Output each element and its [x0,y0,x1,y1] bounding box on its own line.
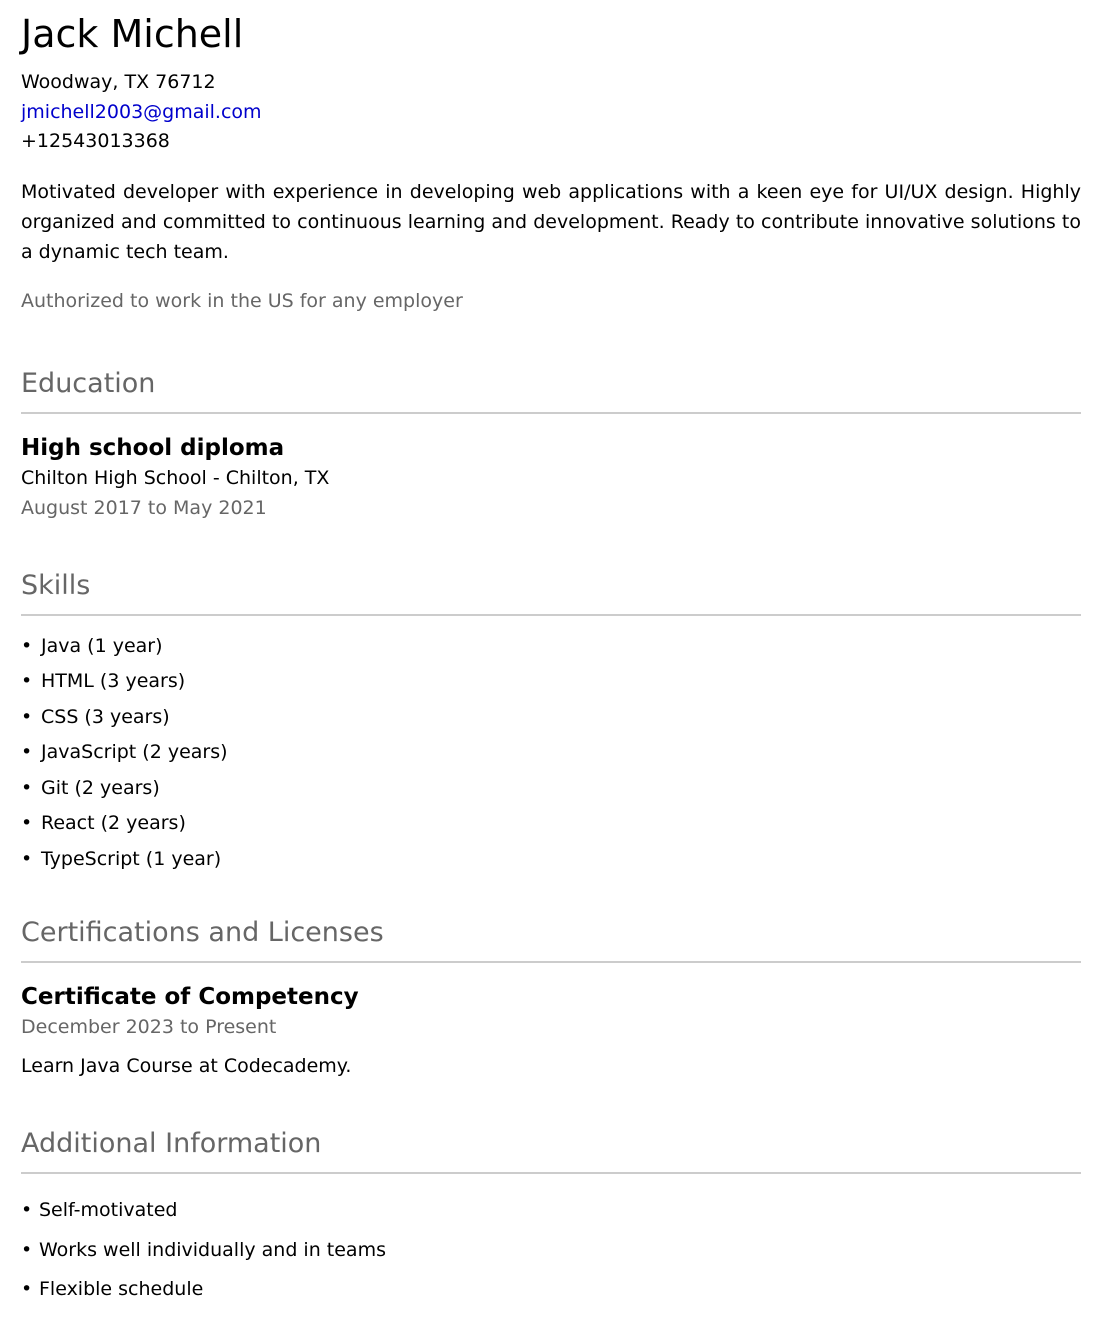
summary: Motivated developer with experience in d… [21,180,1081,263]
education-section: Education High school diploma Chilton Hi… [21,366,1081,523]
contact-block: Woodway, TX 76712 jmichell2003@gmail.com… [21,68,1081,157]
bullet-icon: • [21,812,33,834]
work-authorization: Authorized to work in the US for any emp… [21,289,463,312]
education-heading: Education [21,366,1081,414]
bullet-icon: • [21,1278,33,1300]
bullet-icon: • [21,776,33,799]
list-item: • JavaScript (2 years) [21,735,1081,771]
list-item: • HTML (3 years) [21,664,1081,700]
list-item: • Flexible schedule [21,1270,1081,1310]
bullet-icon: • [21,1199,33,1221]
certificate-description: Learn Java Course at Codecademy. [21,1055,352,1077]
list-item: • React (2 years) [21,806,1081,842]
bullet-icon: • [21,705,33,728]
additional-info-list: • Self-motivated • Works well individually… [21,1191,1081,1310]
email-link[interactable]: jmichell2003@gmail.com [21,98,1081,128]
list-item: • CSS (3 years) [21,700,1081,736]
certificate-name: Certificate of Competency [21,984,359,1010]
certificate-dates: December 2023 to Present [21,1016,277,1038]
location: Woodway, TX 76712 [21,71,216,93]
certifications-section: Certifications and Licenses Certificate … [21,915,1081,1081]
bullet-icon: • [21,741,33,763]
skills-section: Skills • Java (1 year) • HTML (3 years) • C… [21,568,1081,878]
skills-list: • Java (1 year) • HTML (3 years) • CSS (3 y… [21,629,1081,878]
candidate-name: Jack Michell [21,12,244,56]
list-item: • Works well individually and in teams [21,1231,1081,1271]
bullet-icon: • [21,634,33,657]
list-item: • Self-motivated [21,1191,1081,1231]
bullet-icon: • [21,847,33,870]
skills-heading: Skills [21,568,1081,616]
resume-page: Jack Michell Woodway, TX 76712 jmichell2… [21,0,1081,1310]
additional-info-heading: Additional Information [21,1126,1081,1174]
degree-title: High school diploma [21,434,285,461]
phone: +12543013368 [21,130,170,152]
list-item: • Java (1 year) [21,629,1081,665]
education-dates: August 2017 to May 2021 [21,496,267,519]
list-item: • TypeScript (1 year) [21,842,1081,878]
certifications-heading: Certifications and Licenses [21,915,1081,963]
list-item: • Git (2 years) [21,771,1081,807]
bullet-icon: • [21,670,33,692]
bullet-icon: • [21,1238,33,1261]
additional-info-section: Additional Information • Self-motivated •… [21,1126,1081,1310]
school-name: Chilton High School - Chilton, TX [21,466,330,489]
